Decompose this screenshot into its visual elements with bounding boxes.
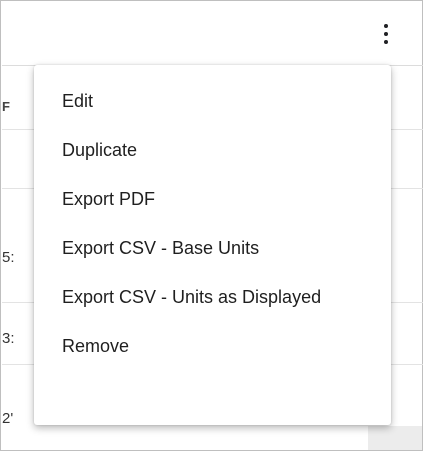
kebab-dot	[384, 40, 388, 44]
scrollbar-corner	[368, 426, 422, 450]
context-menu: Edit Duplicate Export PDF Export CSV - B…	[34, 65, 391, 425]
kebab-dot	[384, 32, 388, 36]
table-cell-fragment: 5:	[2, 249, 15, 266]
kebab-dot	[384, 24, 388, 28]
more-options-icon[interactable]	[375, 17, 397, 51]
menu-item-remove[interactable]: Remove	[34, 318, 391, 375]
table-header-fragment: F	[2, 99, 10, 114]
widget-panel: F 5: 3: 2' Edit Duplicate Export PDF Exp…	[0, 0, 423, 451]
table-cell-fragment: 3:	[2, 330, 15, 347]
table-cell-fragment: 2'	[2, 410, 14, 427]
